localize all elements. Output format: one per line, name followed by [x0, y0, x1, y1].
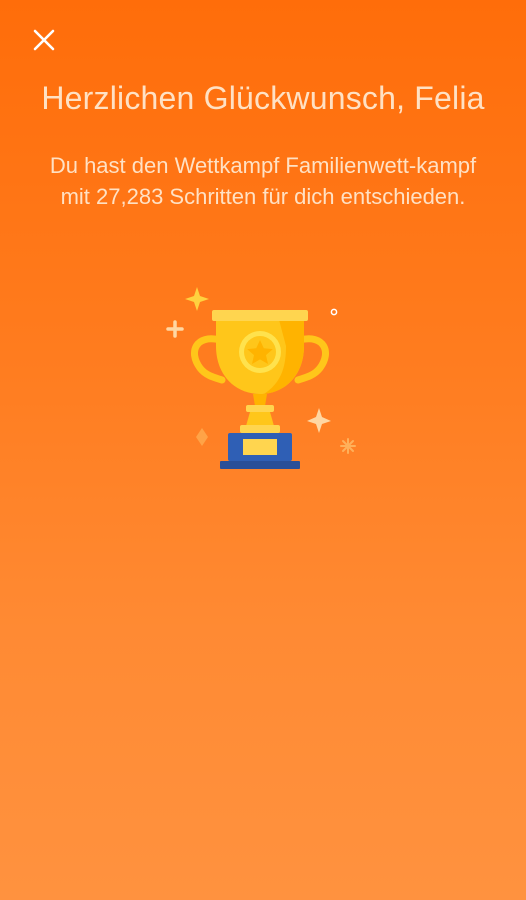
close-icon: [33, 29, 55, 51]
trophy-illustration: [160, 282, 360, 482]
congratulations-message: Du hast den Wettkampf Familienwett-kampf…: [49, 153, 477, 209]
trophy-icon: [166, 287, 356, 469]
page-title: Herzlichen Glückwunsch, Felia: [41, 80, 485, 116]
close-button[interactable]: [26, 22, 62, 58]
